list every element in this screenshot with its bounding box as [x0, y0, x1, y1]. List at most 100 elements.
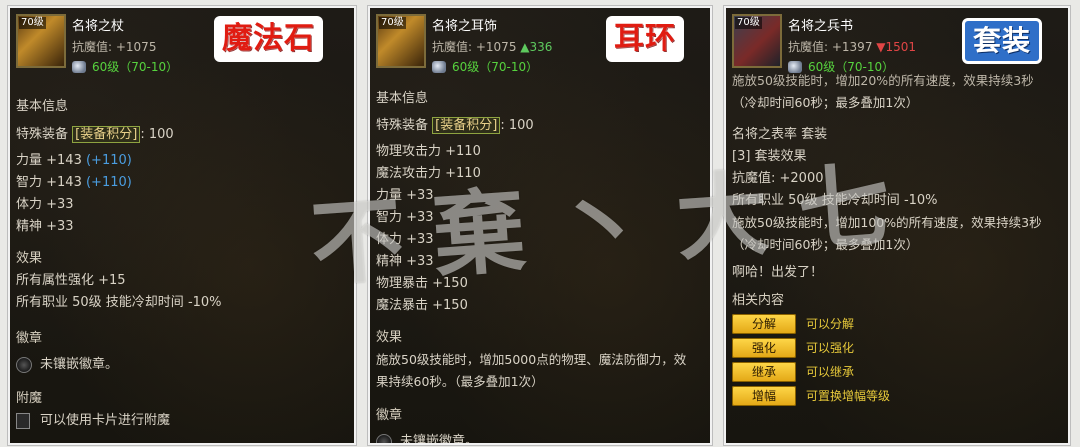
set-effect-title: [3] 套装效果	[732, 149, 807, 164]
tooltip-header: 70级 名将之兵书 抗魔值: +1397 ▼1501 60级（70-10） 套装	[726, 8, 1068, 74]
action-desc: 可以强化	[806, 341, 855, 355]
action-desc: 可以分解	[806, 317, 855, 331]
set-effect-line: （冷却时间60秒；最多叠加1次）	[732, 237, 919, 252]
stat-text: 力量 +143	[16, 153, 82, 168]
stat-bonus: (+110)	[85, 175, 132, 190]
enchant-line: 可以使用卡片进行附魔	[16, 410, 348, 432]
section-title-effect: 效果	[376, 330, 403, 345]
truncated-effect-line: （冷却时间60秒；最多叠加1次）	[732, 95, 919, 110]
magic-resist: 抗魔值: +1075 ▲336	[432, 38, 552, 55]
item-tooltip-book: 70级 名将之兵书 抗魔值: +1397 ▼1501 60级（70-10） 套装…	[724, 6, 1070, 445]
stat-line: 魔法攻击力 +110	[376, 166, 481, 181]
action-row: 强化 可以强化	[732, 336, 1062, 360]
special-prefix: 特殊装备	[376, 118, 429, 133]
resist-value: 抗魔值: +1075	[432, 40, 517, 54]
reinforce-button[interactable]: 强化	[732, 338, 796, 358]
effect-line: 所有职业 50级 技能冷却时间 -10%	[16, 295, 222, 310]
action-desc: 可置换增幅等级	[806, 389, 891, 403]
card-icon[interactable]	[16, 412, 30, 429]
equip-score-tag[interactable]: [装备积分]	[432, 117, 501, 134]
item-tooltip-staff: 70级 名将之杖 抗魔值: +1075 60级（70-10） 魔法石 基本信息 …	[8, 6, 356, 445]
tooltip-body: 施放50级技能时，增加20%的所有速度，效果持续3秒 （冷却时间60秒；最多叠加…	[732, 73, 1062, 408]
action-row: 分解 可以分解	[732, 312, 1062, 336]
level-range-text: 60级（70-10）	[452, 60, 539, 74]
category-badge: 耳环	[606, 16, 684, 62]
book-item-icon[interactable]: 70级	[732, 14, 782, 68]
gem-icon	[432, 60, 446, 73]
equip-score-tag[interactable]: [装备积分]	[72, 126, 141, 143]
truncated-effect-line: 施放50级技能时，增加20%的所有速度，效果持续3秒	[732, 73, 1034, 88]
emblem-line: 未镶嵌徽章。	[16, 354, 348, 376]
section-title-enchant: 附魔	[16, 391, 43, 406]
enchant-text: 可以使用卡片进行附魔	[40, 413, 171, 428]
tooltip-header: 70级 名将之杖 抗魔值: +1075 60级（70-10） 魔法石	[10, 8, 354, 74]
section-title-emblem: 徽章	[376, 408, 403, 423]
level-range: 60级（70-10）	[432, 58, 538, 75]
tooltip-header: 70级 名将之耳饰 抗魔值: +1075 ▲336 60级（70-10） 耳环	[370, 8, 710, 74]
stat-line: 力量 +143 (+110)	[16, 150, 348, 172]
section-title-emblem: 徽章	[16, 331, 43, 346]
special-prefix: 特殊装备	[16, 127, 69, 142]
special-value: : 100	[500, 118, 534, 133]
item-name: 名将之兵书	[788, 19, 854, 34]
stat-line: 体力 +33	[376, 232, 434, 247]
resist-value: 抗魔值: +1397	[788, 40, 873, 54]
stat-line: 智力 +143 (+110)	[16, 172, 348, 194]
effect-line: 施放50级技能时，增加5000点的物理、魔法防御力，效	[376, 352, 687, 367]
stat-line: 力量 +33	[376, 188, 434, 203]
section-title-basic: 基本信息	[376, 91, 429, 106]
emblem-text: 未镶嵌徽章。	[400, 434, 479, 445]
stat-line: 魔法暴击 +150	[376, 298, 468, 313]
stat-line: 物理攻击力 +110	[376, 144, 481, 159]
level-range: 60级（70-10）	[72, 58, 178, 75]
stat-line: 体力 +33	[16, 194, 348, 216]
item-name: 名将之耳饰	[432, 19, 498, 34]
special-equip-line: 特殊装备 [装备积分]: 100	[16, 124, 348, 146]
item-name: 名将之杖	[72, 19, 125, 34]
set-effect-line: 所有职业 50级 技能冷却时间 -10%	[732, 193, 938, 208]
gem-icon	[72, 60, 86, 73]
special-equip-line: 特殊装备 [装备积分]: 100	[376, 115, 704, 137]
set-shout: 啊哈！出发了！	[732, 265, 824, 280]
earring-item-icon[interactable]: 70级	[376, 14, 426, 68]
action-row: 增幅 可置换增幅等级	[732, 384, 1062, 408]
tooltip-body: 基本信息 特殊装备 [装备积分]: 100 物理攻击力 +110 魔法攻击力 +…	[376, 88, 704, 445]
stat-line: 精神 +33	[16, 216, 348, 238]
category-badge: 套装	[962, 18, 1043, 64]
disassemble-button[interactable]: 分解	[732, 314, 796, 334]
amplify-button[interactable]: 增幅	[732, 386, 796, 406]
section-title-effect: 效果	[16, 251, 43, 266]
item-tooltip-earring: 70级 名将之耳饰 抗魔值: +1075 ▲336 60级（70-10） 耳环 …	[368, 6, 712, 445]
level-tag: 70级	[379, 17, 406, 29]
resist-change: ▼1501	[876, 40, 917, 54]
action-row: 继承 可以继承	[732, 360, 1062, 384]
emblem-text: 未镶嵌徽章。	[40, 357, 119, 372]
level-range-text: 60级（70-10）	[92, 60, 179, 74]
level-tag: 70级	[735, 17, 762, 29]
tooltip-body: 基本信息 特殊装备 [装备积分]: 100 力量 +143 (+110) 智力 …	[16, 96, 348, 432]
emblem-line: 未镶嵌徽章。	[376, 431, 704, 445]
effect-line: 所有属性强化 +15	[16, 273, 126, 288]
set-effect-line: 施放50级技能时，增加100%的所有速度，效果持续3秒	[732, 215, 1042, 230]
section-title-related: 相关内容	[732, 293, 785, 308]
emblem-socket-icon[interactable]	[16, 356, 32, 373]
resist-change: ▲336	[520, 40, 553, 54]
stat-text: 精神 +33	[16, 219, 74, 234]
set-effect-line: 抗魔值: +2000	[732, 171, 824, 186]
stat-line: 智力 +33	[376, 210, 434, 225]
section-title-basic: 基本信息	[16, 99, 69, 114]
special-value: : 100	[140, 127, 174, 142]
stat-line: 精神 +33	[376, 254, 434, 269]
stat-text: 智力 +143	[16, 175, 82, 190]
effect-line: 果持续60秒。（最多叠加1次）	[376, 374, 544, 389]
level-tag: 70级	[19, 17, 46, 29]
magic-resist: 抗魔值: +1397 ▼1501	[788, 38, 916, 55]
stat-text: 体力 +33	[16, 197, 74, 212]
staff-item-icon[interactable]: 70级	[16, 14, 66, 68]
set-name: 名将之表率 套装	[732, 127, 828, 142]
action-desc: 可以继承	[806, 365, 855, 379]
magic-resist: 抗魔值: +1075	[72, 40, 157, 54]
category-badge: 魔法石	[214, 16, 323, 62]
inherit-button[interactable]: 继承	[732, 362, 796, 382]
emblem-socket-icon[interactable]	[376, 433, 392, 443]
